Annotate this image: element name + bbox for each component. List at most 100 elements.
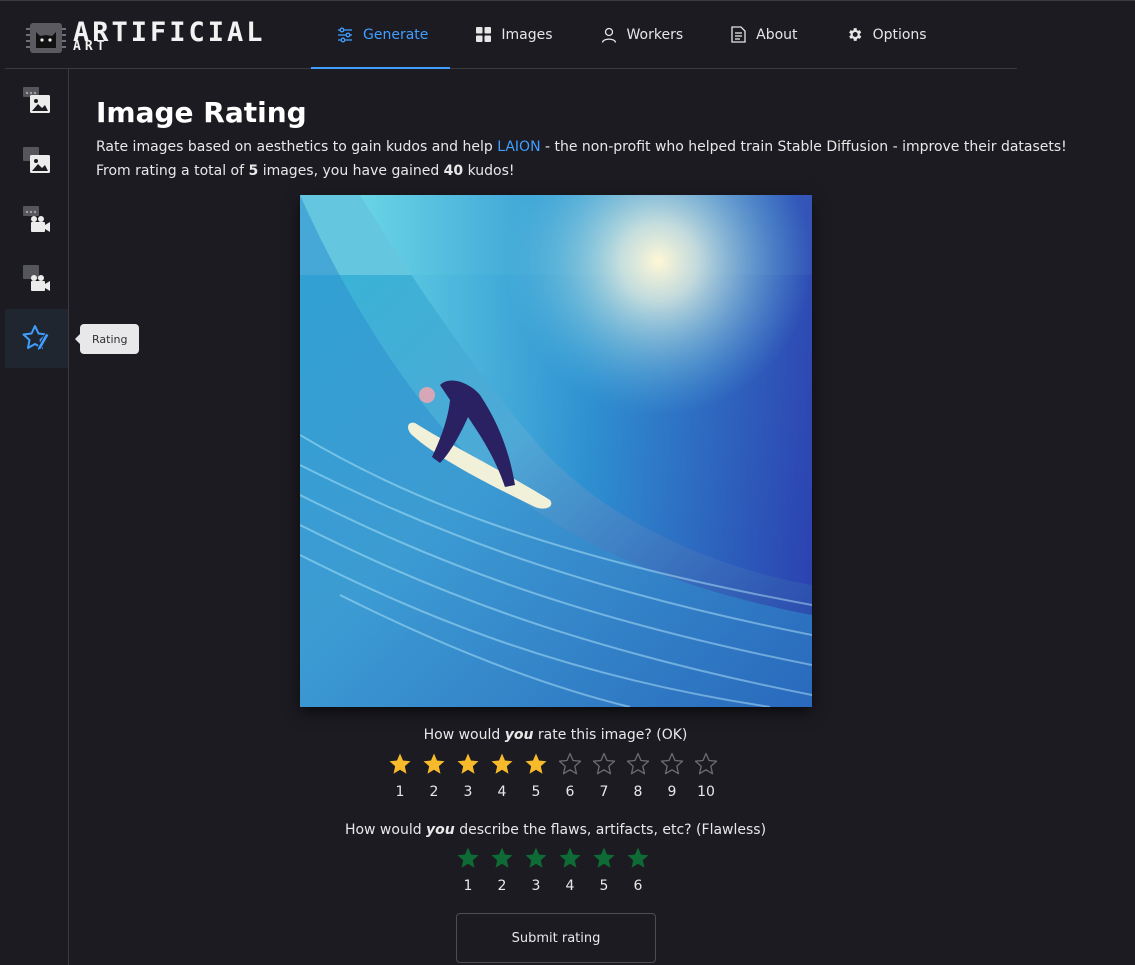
- logo[interactable]: ARTIFICIAL ART: [26, 17, 296, 60]
- star-option[interactable]: 8: [621, 752, 655, 800]
- nav-workers-label: Workers: [626, 26, 684, 43]
- star-outline-icon: [558, 752, 582, 775]
- star-number-label: 6: [565, 784, 575, 800]
- star-filled-icon: [423, 753, 445, 774]
- star-number-label: 1: [463, 878, 473, 894]
- star-option[interactable]: 1: [383, 752, 417, 800]
- artifacts-question: How would you describe the flaws, artifa…: [0, 822, 1111, 838]
- star-option[interactable]: 2: [485, 846, 519, 894]
- star-filled-icon: [525, 847, 547, 868]
- star-filled-icon: [559, 847, 581, 868]
- star-option[interactable]: 3: [519, 846, 553, 894]
- top-header: ARTIFICIAL ART Generate Images Workers A…: [5, 1, 1017, 69]
- star-number-label: 1: [395, 784, 405, 800]
- star-filled-icon: [525, 753, 547, 774]
- video-icon: [22, 205, 50, 232]
- star-number-label: 3: [531, 878, 541, 894]
- sidebar-item-text2img[interactable]: [5, 71, 68, 130]
- kudos-gained-count: 40: [443, 163, 464, 179]
- star-number-label: 8: [633, 784, 643, 800]
- submit-rating-button[interactable]: Submit rating: [456, 913, 656, 963]
- star-number-label: 7: [599, 784, 609, 800]
- star-option[interactable]: 7: [587, 752, 621, 800]
- page-description: Rate images based on aesthetics to gain …: [96, 135, 1067, 183]
- question-emphasis: you: [426, 822, 455, 838]
- desc-text: From rating a total of: [96, 163, 249, 179]
- aesthetic-rating-stars: 1 2 3 4 5 6 7 8 9 10: [383, 752, 723, 800]
- star-outline-icon: [694, 752, 718, 775]
- star-filled-icon: [457, 847, 479, 868]
- star-number-label: 2: [497, 878, 507, 894]
- description-line-2: From rating a total of 5 images, you hav…: [96, 159, 1016, 183]
- sidebar-item-img2img[interactable]: [5, 131, 68, 190]
- nav-workers[interactable]: Workers: [575, 1, 706, 68]
- desc-text: kudos!: [463, 163, 515, 179]
- image-to-video-icon: [22, 264, 50, 291]
- question-text: describe the flaws, artifacts, etc? (Fla…: [454, 822, 767, 838]
- nav-images-label: Images: [501, 26, 553, 43]
- nav-generate[interactable]: Generate: [311, 1, 451, 69]
- question-text: How would: [344, 822, 427, 838]
- nav-options[interactable]: Options: [820, 1, 949, 68]
- page-title: Image Rating: [96, 96, 307, 129]
- description-line-1: Rate images based on aesthetics to gain …: [96, 135, 1067, 159]
- star-outline-icon: [626, 752, 650, 775]
- rating-question: How would you rate this image? (OK): [0, 727, 1111, 743]
- star-number-label: 3: [463, 784, 473, 800]
- star-filled-icon: [491, 847, 513, 868]
- sidebar-item-video[interactable]: [5, 190, 68, 249]
- star-option[interactable]: 6: [621, 846, 655, 894]
- sidebar-item-img2video[interactable]: [5, 249, 68, 308]
- sidebar-item-rating[interactable]: [5, 309, 68, 368]
- star-number-label: 2: [429, 784, 439, 800]
- star-filled-icon: [457, 753, 479, 774]
- star-option[interactable]: 6: [553, 752, 587, 800]
- nav-images[interactable]: Images: [450, 1, 574, 68]
- main-content: Image Rating Rate images based on aesthe…: [96, 90, 1067, 183]
- star-option[interactable]: 1: [451, 846, 485, 894]
- question-text: rate this image? (OK): [533, 727, 688, 743]
- star-outline-icon: [592, 752, 616, 775]
- star-number-label: 5: [531, 784, 541, 800]
- nav-options-label: Options: [872, 26, 927, 43]
- star-number-label: 6: [633, 878, 643, 894]
- cat-chip-logo-icon: [26, 23, 66, 53]
- artifacts-rating-stars: 1 2 3 4 5 6: [451, 846, 655, 894]
- star-filled-icon: [389, 753, 411, 774]
- nav-about-label: About: [756, 26, 798, 43]
- images-rated-count: 5: [248, 163, 259, 179]
- star-filled-icon: [593, 847, 615, 868]
- grid-icon: [476, 27, 492, 42]
- user-icon: [601, 27, 616, 43]
- sliders-icon: [338, 27, 352, 42]
- star-option[interactable]: 4: [485, 752, 519, 800]
- brand-subtitle: ART: [73, 39, 109, 54]
- nav-generate-label: Generate: [363, 26, 429, 43]
- star-option[interactable]: 9: [655, 752, 689, 800]
- star-number-label: 9: [667, 784, 677, 800]
- star-number-label: 5: [599, 878, 609, 894]
- star-option[interactable]: 4: [553, 846, 587, 894]
- sidebar-tooltip: Rating: [74, 324, 140, 354]
- question-text: How would: [423, 727, 505, 743]
- star-filled-icon: [627, 847, 649, 868]
- star-number-label: 4: [497, 784, 507, 800]
- image-to-image-icon: [22, 146, 50, 173]
- image-to-rate: [300, 195, 812, 707]
- document-icon: [731, 26, 746, 43]
- star-option[interactable]: 10: [689, 752, 723, 800]
- star-option[interactable]: 3: [451, 752, 485, 800]
- nav-about[interactable]: About: [705, 1, 819, 68]
- main-nav: Generate Images Workers About Options: [311, 1, 949, 69]
- desc-text: Rate images based on aesthetics to gain …: [96, 139, 498, 155]
- star-option[interactable]: 5: [587, 846, 621, 894]
- laion-link[interactable]: LAION: [497, 139, 540, 155]
- gear-icon: [848, 28, 861, 41]
- question-emphasis: you: [504, 727, 534, 743]
- star-option[interactable]: 2: [417, 752, 451, 800]
- desc-text: images, you have gained: [258, 163, 444, 179]
- star-number-label: 10: [697, 784, 715, 800]
- star-option[interactable]: 5: [519, 752, 553, 800]
- star-outline-icon: [660, 752, 684, 775]
- desc-text: - the non-profit who helped train Stable…: [540, 139, 1067, 155]
